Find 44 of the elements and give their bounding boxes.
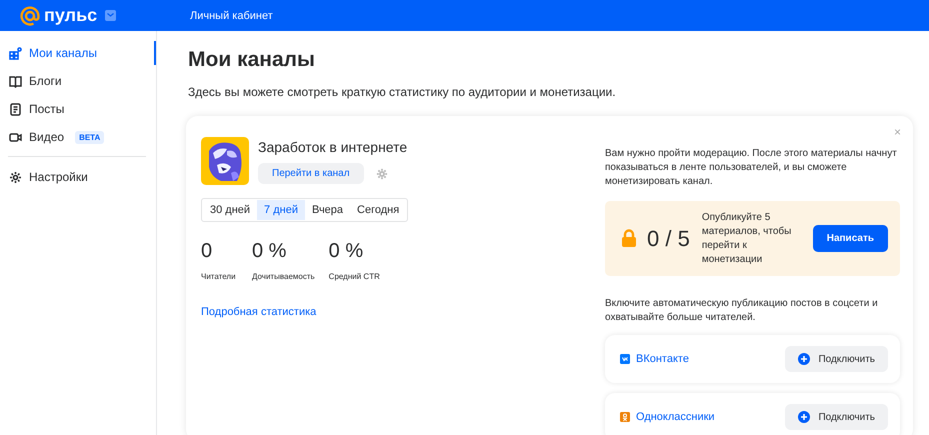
plus-icon	[798, 411, 810, 423]
stat-label: Средний CTR	[328, 272, 380, 281]
page-title: Мои каналы	[188, 47, 316, 73]
ok-logo-icon	[620, 412, 630, 422]
page-subtitle: Здесь вы можете смотреть краткую статистику по аудитории и монетизации.	[188, 85, 617, 99]
beta-badge: BETA	[75, 130, 104, 144]
channel-name: Заработок в интернете	[258, 138, 408, 157]
autopublish-text: Включите автоматическую публикацию постов в соцсети и охватывайте больше читателей.	[605, 297, 879, 325]
nav-link[interactable]: Личный кабинет	[190, 10, 273, 22]
detailed-stats-link[interactable]: Подробная статистика	[201, 306, 605, 318]
lock-icon	[621, 229, 637, 248]
network-link[interactable]: Одноклассники	[636, 411, 715, 423]
plus-icon	[798, 353, 810, 365]
book-icon	[9, 74, 22, 88]
grid-icon	[9, 46, 22, 60]
settings-icon[interactable]	[376, 168, 388, 180]
camera-icon	[9, 130, 22, 144]
sidebar-item[interactable]: Мои каналы	[0, 39, 156, 67]
period-tab[interactable]: Вчера	[304, 200, 350, 220]
sidebar-item[interactable]: Посты	[0, 95, 156, 123]
progress-count: 0 / 5	[647, 226, 690, 252]
progress-text: Опубликуйте 5 материалов, чтобы перейти к монетизации	[702, 210, 792, 266]
stat-value: 0 %	[328, 240, 364, 263]
connect-button[interactable]: Подключить	[785, 346, 888, 372]
period-tab[interactable]: 30 дней	[203, 200, 258, 220]
logo-text: пульс	[44, 5, 98, 26]
stat-value: 0 %	[252, 240, 288, 263]
vk-logo-icon	[620, 354, 630, 364]
connect-button[interactable]: Подключить	[785, 404, 888, 430]
period-tab[interactable]: Сегодня	[350, 200, 406, 220]
at-sign-logo-icon	[20, 6, 40, 26]
document-icon	[9, 102, 22, 116]
period-tab[interactable]: 7 дней	[257, 200, 305, 220]
moderation-text: Вам нужно пройти модерацию. После этого материалы начнут показываться в ленте пользователей, и вы сможете монетизировать канал.	[605, 147, 898, 189]
stat-label: Читатели	[201, 272, 237, 281]
go-to-channel-button[interactable]: Перейти в канал	[258, 163, 364, 184]
stat-value: 0	[201, 240, 214, 263]
settings-icon	[9, 170, 22, 184]
stat-label: Дочитываемость	[252, 272, 315, 281]
sidebar-item[interactable]: Настройки	[0, 163, 156, 191]
network-link[interactable]: ВКонтакте	[636, 353, 689, 365]
sidebar-item[interactable]: Видео BETA	[0, 123, 156, 151]
sidebar-item[interactable]: Блоги	[0, 67, 156, 95]
write-button[interactable]: Написать	[812, 225, 888, 252]
